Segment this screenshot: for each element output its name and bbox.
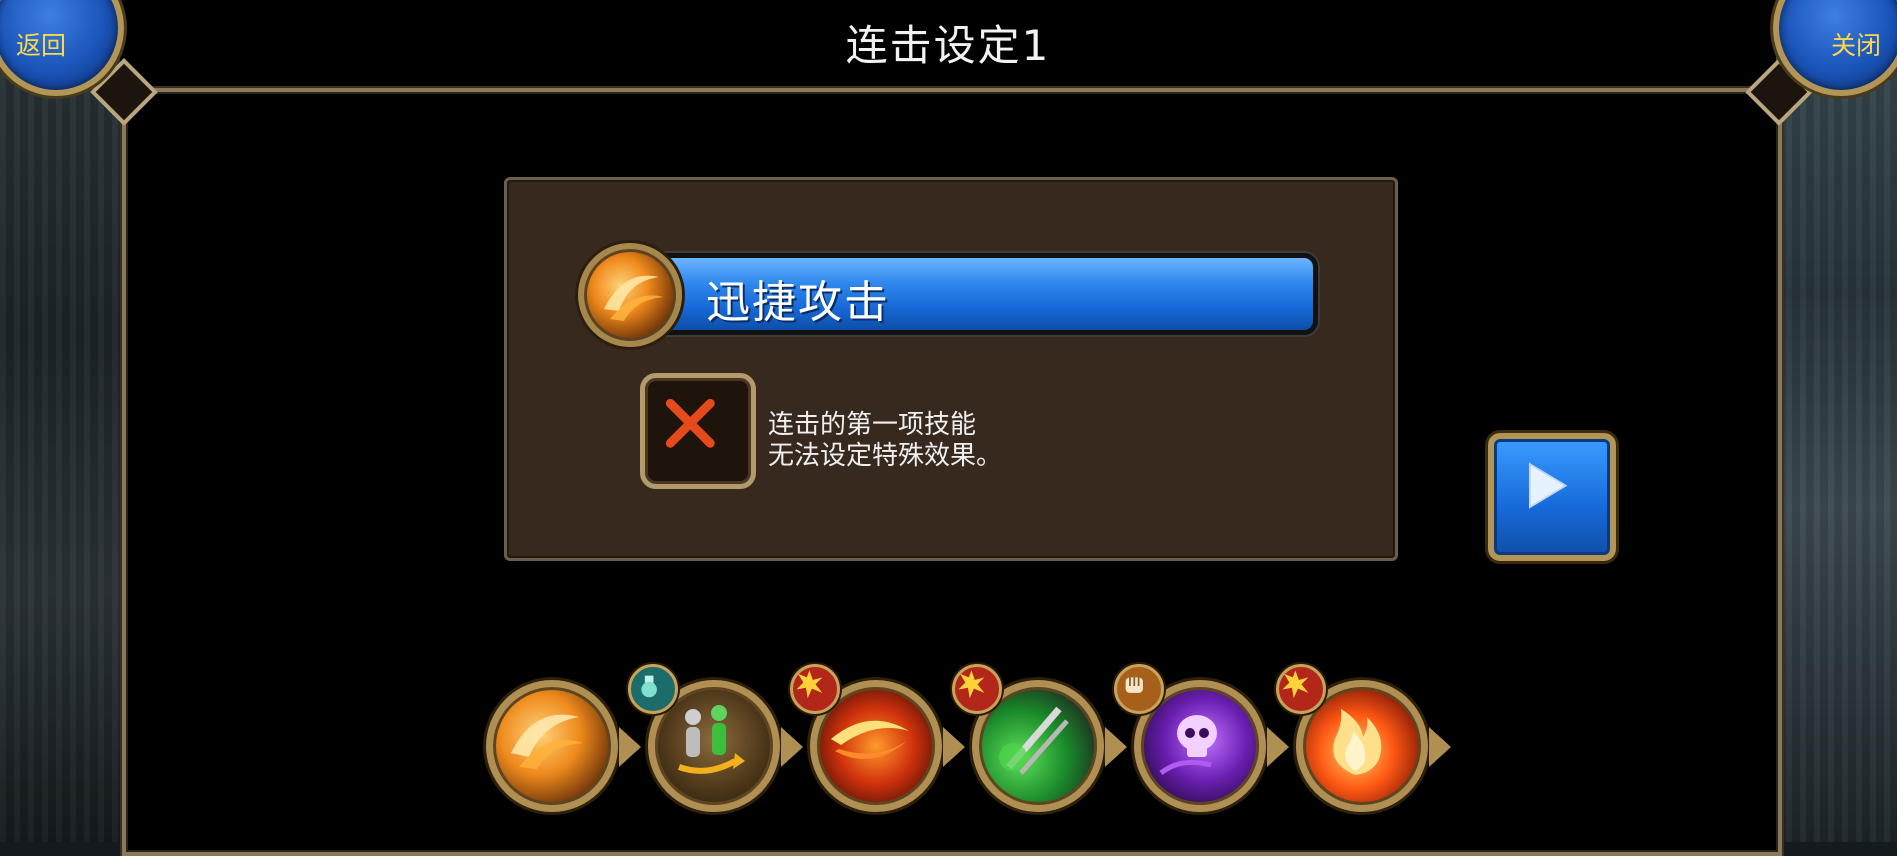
fist-badge-icon [1114, 664, 1164, 714]
selected-skill-name: 迅捷攻击 [706, 277, 890, 328]
effect-note: 连击的第一项技能 无法设定特殊效果。 [768, 410, 1002, 472]
burst-badge-icon [952, 664, 1002, 714]
burst-badge-icon [1276, 664, 1326, 714]
effect-slot[interactable] [640, 373, 756, 489]
skill-slot-1[interactable] [486, 680, 641, 812]
combo-settings-panel [504, 177, 1398, 561]
close-button-label: 关闭 [1830, 31, 1881, 60]
potion-badge-icon [628, 664, 678, 714]
page-title: 连击设定1 [845, 21, 1051, 70]
play-arrow-icon [1528, 462, 1568, 509]
background-scenery-left [0, 0, 125, 842]
background-scenery-right [1772, 0, 1897, 842]
burst-badge-icon [790, 664, 840, 714]
back-button-label: 返回 [16, 31, 67, 60]
swift-attack-icon [511, 714, 583, 769]
swift-attack-icon [578, 243, 682, 347]
effect-note-line2: 无法设定特殊效果。 [768, 441, 1003, 471]
effect-note-line1: 连击的第一项技能 [768, 410, 977, 440]
title-bar: 连击设定1 [120, 0, 1776, 92]
red-x-icon [665, 398, 715, 448]
next-button[interactable] [1488, 433, 1616, 561]
